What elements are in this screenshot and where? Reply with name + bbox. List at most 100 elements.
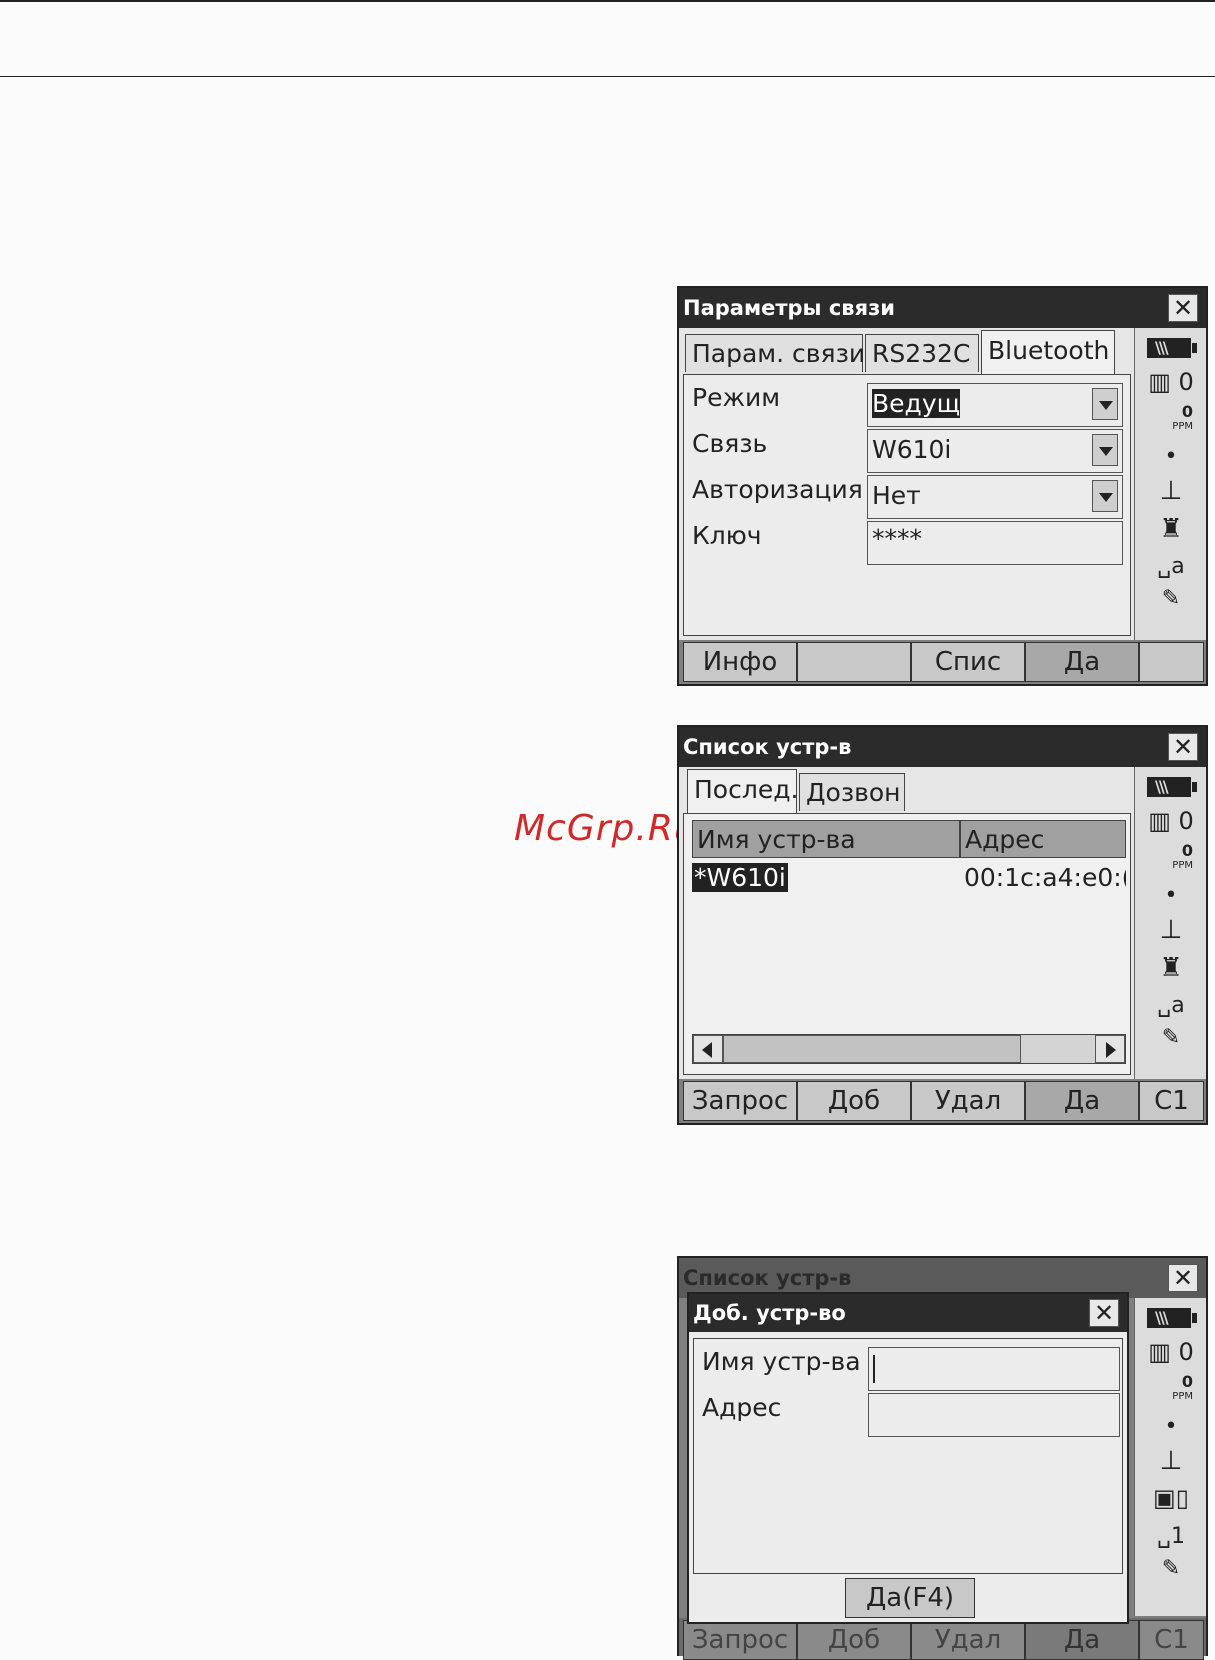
add-button[interactable]: Доб [797,1081,911,1121]
target-icon: ♜ [1159,514,1183,544]
dot-indicator: • [1164,883,1178,908]
scroll-thumb[interactable] [723,1035,1021,1063]
prism-constant-indicator: ▥ 0 [1148,807,1194,835]
window-title: Параметры связи ✕ [679,288,1206,328]
dot-indicator: • [1164,1414,1178,1439]
table-row[interactable]: *W610i 00:1c:a4:e0:( [692,860,1126,900]
f5-button[interactable] [1139,642,1204,682]
tab-rs232c[interactable]: RS232C [865,334,979,372]
tab-comm-params[interactable]: Парам. связи [685,334,865,372]
f2-button[interactable] [797,642,911,682]
device-address-cell: 00:1c:a4:e0:( [964,863,1126,892]
bluetooth-panel: Режим Ведущ Связь W610i Авторизация Нет … [683,374,1131,636]
dialog-title: Доб. устр-во ✕ [689,1294,1127,1332]
key-input[interactable]: **** [867,521,1123,565]
battery-icon: \\\ [1147,1308,1197,1328]
address-label: Адрес [702,1393,782,1422]
column-device-name[interactable]: Имя устр-ва [692,820,960,858]
dot-indicator: • [1164,444,1178,469]
instrument-icon: ▣▯ [1153,1484,1189,1512]
mode-label: Режим [692,383,781,412]
add-button[interactable]: Доб [797,1620,911,1660]
close-button[interactable]: ✕ [1168,733,1198,761]
status-sidebar: \\\ ▥ 0 0 PPM • ⊥ ♜ ␣a ✎ [1134,767,1206,1079]
tilt-icon: ⊥ [1159,476,1183,506]
tab-bluetooth[interactable]: Bluetooth [981,330,1115,374]
link-label: Связь [692,429,768,458]
device-name-cell: *W610i [692,863,788,892]
scroll-right-button[interactable] [1095,1035,1125,1063]
key-value: **** [872,524,922,553]
comm-settings-screen: Параметры связи ✕ Парам. связи RS232C Bl… [677,286,1208,686]
tilt-icon: ⊥ [1159,915,1183,945]
input-mode-indicator: ␣a [1157,554,1185,579]
input-mode-indicator: ␣a [1157,993,1185,1018]
link-value: W610i [872,435,952,464]
chevron-down-icon[interactable] [1092,480,1118,512]
tab-recent[interactable]: Послед. [687,769,798,813]
dialog-close-button[interactable]: ✕ [1089,1299,1119,1327]
window-title: Список устр-в ✕ [679,727,1206,767]
chevron-down-icon[interactable] [1092,388,1118,420]
device-list-panel: Имя устр-ва Адрес *W610i 00:1c:a4:e0:( [683,813,1131,1075]
battery-icon: \\\ [1147,777,1197,797]
c1-button[interactable]: C1 [1139,1081,1204,1121]
auth-value: Нет [872,481,921,510]
battery-icon: \\\ [1147,338,1197,358]
mode-value: Ведущ [872,389,961,418]
delete-button[interactable]: Удал [911,1620,1025,1660]
window-body: Парам. связи RS232C Bluetooth Режим Веду… [679,328,1135,640]
close-button[interactable]: ✕ [1168,1264,1198,1292]
prism-icon: ▥ [1148,807,1171,835]
mode-select[interactable]: Ведущ [867,383,1123,427]
link-select[interactable]: W610i [867,429,1123,473]
column-address[interactable]: Адрес [960,820,1126,858]
edit-icon: ✎ [1161,586,1181,611]
prism-constant-indicator: ▥ 0 [1148,1338,1194,1366]
tilt-icon: ⊥ [1159,1446,1183,1476]
ok-button[interactable]: Да [1025,642,1139,682]
close-button[interactable]: ✕ [1168,294,1198,322]
auth-select[interactable]: Нет [867,475,1123,519]
window-body: Послед. Дозвон Имя устр-ва Адрес *W610i … [679,767,1135,1079]
prism-icon: ▥ [1148,368,1171,396]
ppm-indicator: 0 PPM [1172,402,1193,433]
device-name-label: Имя устр-ва [702,1347,861,1376]
target-icon: ♜ [1159,953,1183,983]
header-rule [0,76,1215,77]
ok-button[interactable]: Да [1025,1620,1139,1660]
status-sidebar: \\\ ▥ 0 0 PPM • ⊥ ▣▯ ␣1 ✎ [1134,1298,1206,1616]
dialog-panel: Имя устр-ва Адрес [693,1338,1123,1574]
ok-button[interactable]: Да [1025,1081,1139,1121]
arrow-right-icon [1106,1042,1116,1058]
ppm-indicator: 0 PPM [1172,841,1193,872]
arrow-left-icon [702,1042,712,1058]
device-name-input[interactable] [868,1347,1120,1391]
horizontal-scrollbar[interactable] [692,1034,1126,1064]
query-button[interactable]: Запрос [683,1620,797,1660]
info-button[interactable]: Инфо [683,642,797,682]
status-sidebar: \\\ ▥ 0 0 PPM • ⊥ ♜ ␣a ✎ [1134,328,1206,640]
chevron-down-icon[interactable] [1092,434,1118,466]
function-keys: Инфо Спис Да [679,640,1206,684]
address-input[interactable] [868,1393,1120,1437]
watermark: McGrp.Ru [514,808,698,849]
edit-icon: ✎ [1161,1556,1181,1581]
c1-button[interactable]: C1 [1139,1620,1204,1660]
key-label: Ключ [692,521,762,550]
tab-dial[interactable]: Дозвон [799,773,905,811]
list-button[interactable]: Спис [911,642,1025,682]
scroll-left-button[interactable] [693,1035,723,1063]
text-cursor [873,1355,875,1383]
input-mode-indicator: ␣1 [1157,1524,1185,1549]
ok-f4-button[interactable]: Да(F4) [845,1578,975,1618]
delete-button[interactable]: Удал [911,1081,1025,1121]
prism-icon: ▥ [1148,1338,1171,1366]
auth-label: Авторизация [692,475,863,504]
function-keys: Запрос Доб Удал Да C1 [679,1079,1206,1123]
query-button[interactable]: Запрос [683,1081,797,1121]
top-rule [0,0,1215,2]
edit-icon: ✎ [1161,1025,1181,1050]
device-list-screen: Список устр-в ✕ Послед. Дозвон Имя устр-… [677,725,1208,1125]
prism-constant-indicator: ▥ 0 [1148,368,1194,396]
